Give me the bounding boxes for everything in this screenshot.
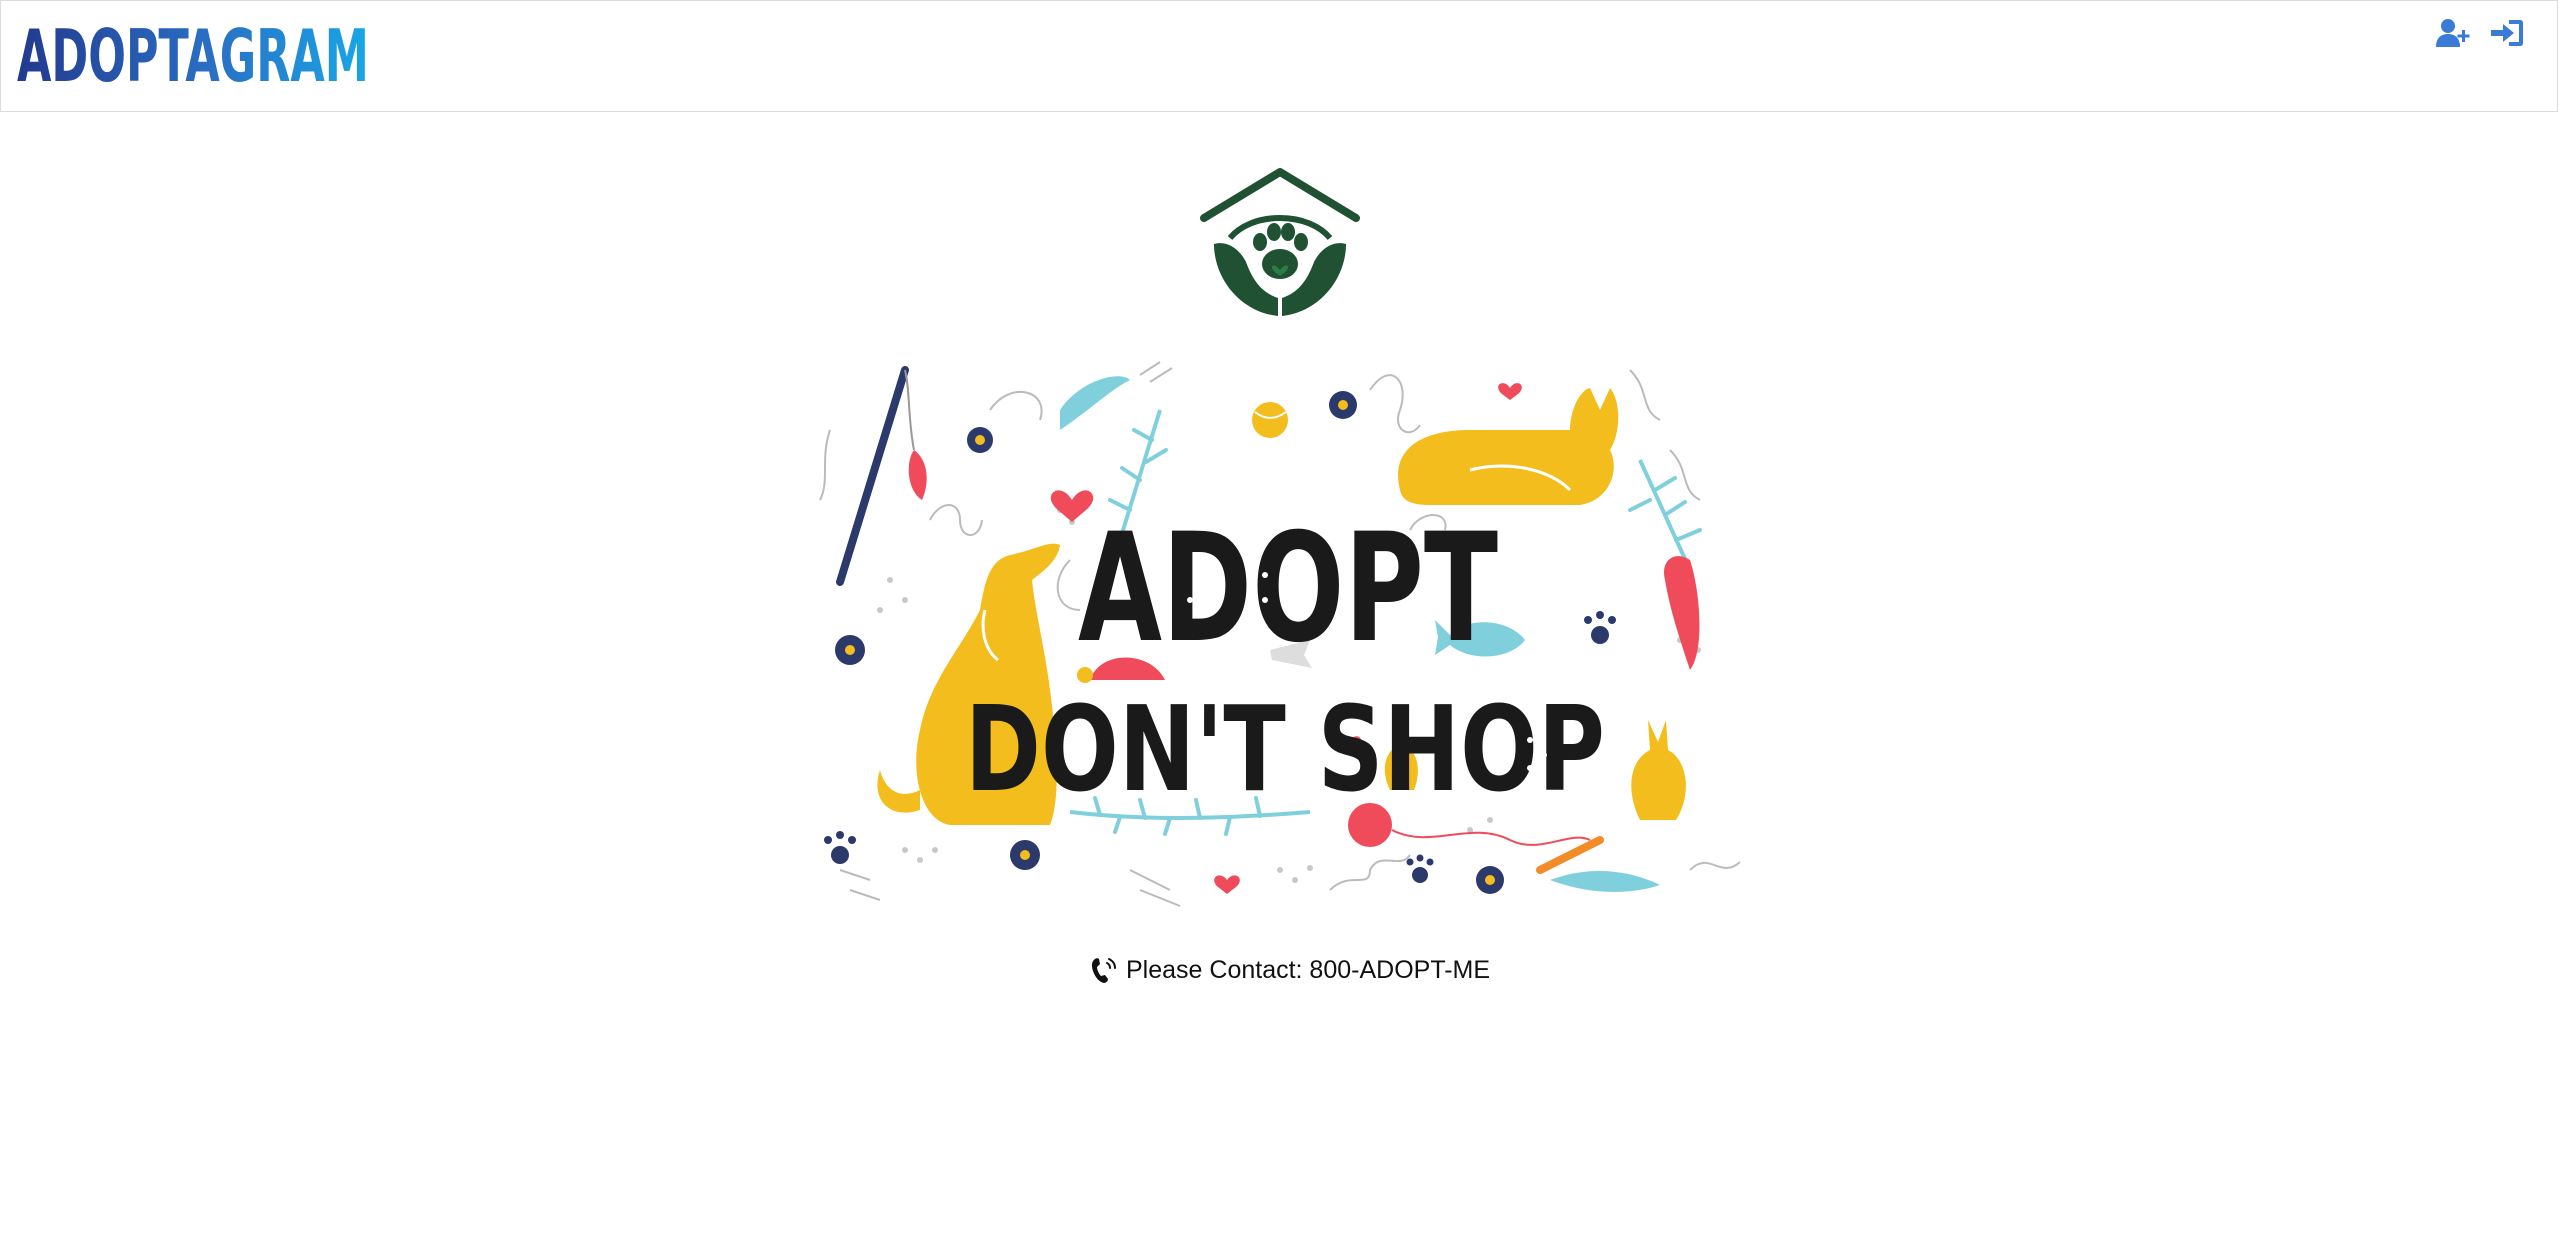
- contact-text: Please Contact: 800-ADOPT-ME: [1126, 955, 1491, 984]
- adopt-dont-shop-banner: ADOPT DON'T SHOP: [810, 350, 1760, 930]
- banner-line1: ADOPT: [1078, 502, 1498, 676]
- top-navbar: ADOPTAGRAM: [0, 0, 2558, 112]
- user-plus-icon[interactable]: [2435, 17, 2471, 49]
- sign-in-icon[interactable]: [2489, 17, 2525, 49]
- nav-actions: [2435, 17, 2525, 49]
- brand-name: ADOPTAGRAM: [17, 14, 369, 91]
- phone-volume-icon: [1091, 958, 1116, 983]
- banner-line2: DON'T SHOP: [965, 680, 1605, 818]
- paw-house-hands-icon: [1200, 168, 1360, 316]
- contact-line: Please Contact: 800-ADOPT-ME: [1090, 950, 1490, 990]
- brand-logo[interactable]: ADOPTAGRAM: [17, 7, 377, 91]
